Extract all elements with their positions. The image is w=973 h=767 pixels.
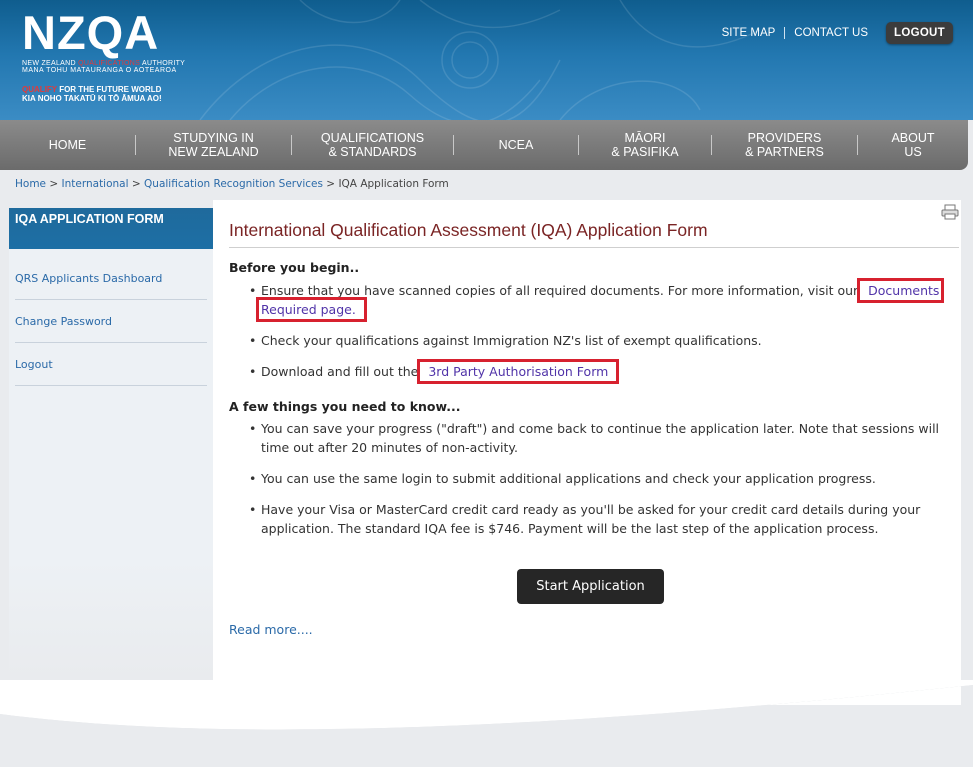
list-item: You can save your progress ("draft") and… (249, 419, 957, 457)
breadcrumb-current: IQA Application Form (338, 178, 449, 190)
third-party-authorisation-link[interactable]: 3rd Party Authorisation Form (417, 359, 620, 384)
sidebar-item-dashboard[interactable]: QRS Applicants Dashboard (15, 257, 207, 300)
header-logout-button[interactable]: LOGOUT (886, 22, 953, 44)
list-item: Ensure that you have scanned copies of a… (249, 278, 957, 322)
logo-wordmark: NZQA (22, 6, 160, 59)
logo-tagline: QUALIFY FOR THE FUTURE WORLD (22, 85, 162, 94)
nav-providers-partners[interactable]: PROVIDERS & PARTNERS (712, 131, 857, 159)
list-item: Have your Visa or MasterCard credit card… (249, 500, 957, 538)
nav-ncea[interactable]: NCEA (454, 138, 578, 152)
form-instructions: Before you begin.. Ensure that you have … (229, 258, 957, 550)
sidebar-item-logout[interactable]: Logout (15, 343, 207, 386)
nav-home[interactable]: HOME (0, 138, 135, 152)
nzqa-logo[interactable]: NZQA NEW ZEALAND QUALIFICATIONS AUTHORIT… (22, 6, 186, 104)
nav-about-us[interactable]: ABOUT US (858, 131, 968, 159)
nav-maori-pasifika[interactable]: MĀORI & PASIFIKA (579, 131, 711, 159)
site-map-link[interactable]: SITE MAP (713, 27, 786, 39)
main-content: International Qualification Assessment (… (213, 200, 961, 705)
main-navigation: HOME STUDYING IN NEW ZEALAND QUALIFICATIO… (0, 120, 968, 170)
page-title: International Qualification Assessment (… (229, 220, 959, 248)
site-header: NZQA NEW ZEALAND QUALIFICATIONS AUTHORIT… (0, 0, 973, 120)
utility-links: SITE MAP CONTACT US LOGOUT (713, 22, 953, 44)
before-you-begin-heading: Before you begin.. (229, 260, 360, 275)
logo-subtitle: NEW ZEALAND QUALIFICATIONS AUTHORITY (22, 60, 186, 67)
print-icon[interactable] (941, 204, 959, 220)
start-application-button[interactable]: Start Application (517, 569, 664, 604)
list-item: You can use the same login to submit add… (249, 469, 957, 488)
footer-wave (0, 680, 973, 730)
sidebar-item-change-password[interactable]: Change Password (15, 300, 207, 343)
logo-tagline-maori: KIA NOHO TAKATŪ KI TŌ ĀMUA AO! (22, 94, 162, 103)
things-to-know-heading: A few things you need to know... (229, 399, 461, 414)
before-you-begin-list: Ensure that you have scanned copies of a… (249, 278, 957, 384)
things-to-know-list: You can save your progress ("draft") and… (249, 419, 957, 538)
read-more-link[interactable]: Read more.... (229, 622, 313, 637)
breadcrumb-qrs[interactable]: Qualification Recognition Services (144, 178, 323, 190)
nav-qualifications[interactable]: QUALIFICATIONS & STANDARDS (292, 131, 453, 159)
sidebar-title: IQA APPLICATION FORM (9, 208, 213, 249)
breadcrumb: Home > International > Qualification Rec… (15, 178, 449, 190)
breadcrumb-international[interactable]: International (62, 178, 129, 190)
list-item: Check your qualifications against Immigr… (249, 331, 957, 350)
contact-us-link[interactable]: CONTACT US (785, 27, 877, 39)
nav-studying-in-nz[interactable]: STUDYING IN NEW ZEALAND (136, 131, 291, 159)
sidebar: IQA APPLICATION FORM QRS Applicants Dash… (9, 208, 213, 678)
breadcrumb-home[interactable]: Home (15, 178, 46, 190)
list-item: Download and fill out the 3rd Party Auth… (249, 359, 957, 384)
logo-maori-subtitle: MANA TOHU MATAURANGA O AOTEAROA (22, 67, 177, 74)
